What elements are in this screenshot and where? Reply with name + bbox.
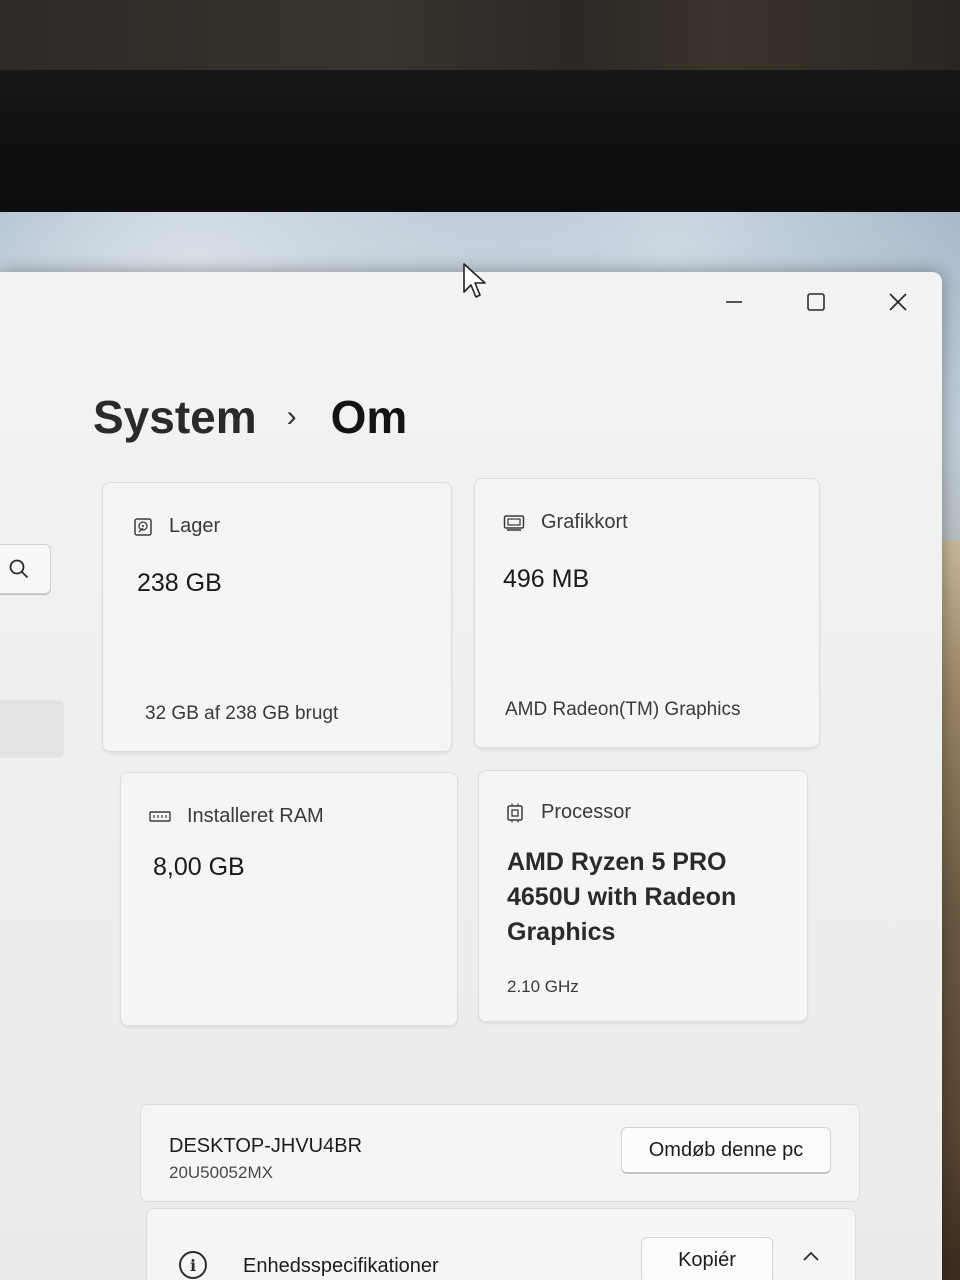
graphics-card-icon xyxy=(503,514,525,532)
processor-speed: 2.10 GHz xyxy=(507,977,579,996)
processor-label: Processor xyxy=(541,801,632,823)
graphics-label: Grafikkort xyxy=(541,511,628,533)
storage-card[interactable]: Lager 238 GB 32 GB af 238 GB brugt xyxy=(102,482,452,752)
storage-label: Lager xyxy=(169,515,221,537)
monitor-bezel xyxy=(0,0,960,220)
ram-value: 8,00 GB xyxy=(153,853,245,881)
processor-value: AMD Ryzen 5 PRO 4650U with Radeon Graphi… xyxy=(507,845,767,950)
processor-value-line-2: 4650U with Radeon xyxy=(507,883,737,911)
graphics-card[interactable]: Grafikkort 496 MB AMD Radeon(TM) Graphic… xyxy=(474,478,820,748)
memory-icon xyxy=(149,810,171,824)
ram-label: Installeret RAM xyxy=(187,805,324,827)
minimize-icon xyxy=(726,301,742,303)
device-specifications-title: Enhedsspecifikationer xyxy=(243,1255,439,1277)
search-icon xyxy=(9,559,29,579)
close-button[interactable] xyxy=(878,286,918,318)
ram-card[interactable]: Installeret RAM 8,00 GB xyxy=(120,772,458,1026)
rename-pc-button[interactable]: Omdøb denne pc xyxy=(621,1127,831,1174)
processor-card[interactable]: Processor AMD Ryzen 5 PRO 4650U with Rad… xyxy=(478,770,808,1022)
sidebar-item-system[interactable] xyxy=(0,700,64,758)
copy-button[interactable]: Kopiér xyxy=(641,1237,773,1280)
page-title: Om xyxy=(330,391,408,443)
device-name-card: DESKTOP-JHVU4BR 20U50052MX Omdøb denne p… xyxy=(140,1104,860,1202)
storage-icon xyxy=(133,517,153,537)
device-name: DESKTOP-JHVU4BR xyxy=(169,1135,363,1157)
search-input[interactable] xyxy=(0,544,51,594)
device-model: 20U50052MX xyxy=(169,1163,273,1182)
close-icon xyxy=(889,293,907,311)
info-icon: i xyxy=(179,1251,207,1279)
storage-detail: 32 GB af 238 GB brugt xyxy=(145,703,339,724)
background-strip xyxy=(0,0,960,70)
minimize-button[interactable] xyxy=(714,286,754,318)
device-specifications-section[interactable]: i Enhedsspecifikationer Kopiér xyxy=(146,1208,856,1280)
graphics-detail: AMD Radeon(TM) Graphics xyxy=(505,699,741,720)
processor-icon xyxy=(505,803,525,823)
chevron-up-icon[interactable] xyxy=(801,1249,821,1268)
storage-value: 238 GB xyxy=(137,569,222,597)
graphics-value: 496 MB xyxy=(503,565,590,593)
mouse-cursor xyxy=(462,262,488,305)
breadcrumb-parent[interactable]: System xyxy=(93,390,257,444)
settings-window: System › Om Lager 238 GB 32 GB af 238 GB… xyxy=(0,272,942,1280)
processor-value-line-1: AMD Ryzen 5 PRO xyxy=(507,848,727,876)
maximize-icon xyxy=(807,293,825,311)
breadcrumb: System › Om xyxy=(93,390,407,444)
maximize-button[interactable] xyxy=(796,286,836,318)
breadcrumb-separator: › xyxy=(286,400,297,433)
processor-value-line-3: Graphics xyxy=(507,918,616,946)
wallpaper-building xyxy=(940,540,960,1280)
